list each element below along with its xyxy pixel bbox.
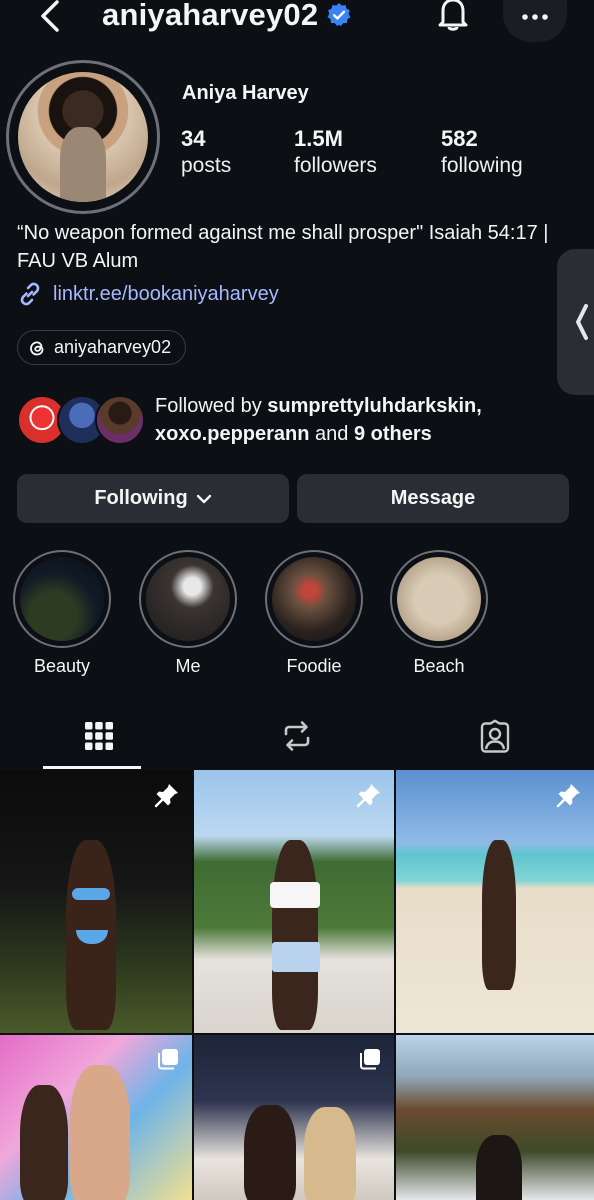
tab-tagged[interactable] (396, 704, 594, 768)
followers-stat[interactable]: 1.5M followers (294, 126, 377, 178)
chevron-left-icon (576, 304, 588, 340)
followers-count: 1.5M (294, 126, 343, 151)
following-label: following (441, 154, 523, 177)
carousel-icon (360, 1049, 380, 1070)
tab-reposts[interactable] (198, 704, 396, 768)
display-name: Aniya Harvey (182, 82, 309, 104)
highlight-beauty[interactable]: Beauty (12, 550, 112, 677)
back-icon (41, 0, 59, 32)
profile-tabs (0, 704, 594, 769)
mutual-avatar (95, 395, 145, 445)
link-text: linktr.ee/bookaniyaharvey (53, 282, 279, 305)
threads-icon (30, 340, 44, 355)
grid-icon (85, 722, 113, 750)
highlight-me[interactable]: Me (138, 550, 238, 677)
post-tile[interactable] (194, 1035, 394, 1200)
highlight-ring (139, 550, 237, 648)
post-subject (482, 840, 516, 990)
followers-label: followers (294, 154, 377, 177)
highlight-cover (20, 557, 104, 641)
more-options-button[interactable] (503, 0, 567, 42)
highlight-ring (390, 550, 488, 648)
top-detail (270, 882, 320, 908)
pin-icon (356, 784, 380, 808)
back-button[interactable] (30, 0, 70, 38)
message-button[interactable]: Message (297, 474, 569, 523)
more-icon (522, 14, 548, 20)
followed-by-text[interactable]: Followed by sumprettyluhdarkskin, xoxo.p… (155, 392, 575, 448)
mutual-others: 9 others (353, 423, 432, 445)
tab-posts-grid[interactable] (0, 704, 198, 768)
carousel-icon (158, 1049, 178, 1070)
avatar-image (18, 72, 148, 202)
mutual-user-2: xoxo.pepperann (155, 423, 310, 445)
message-button-label: Message (390, 487, 476, 509)
pin-icon (556, 784, 580, 808)
post-subject (304, 1107, 356, 1200)
posts-grid (0, 770, 594, 1200)
mutual-followers-avatars[interactable] (17, 395, 147, 445)
following-count: 582 (441, 126, 478, 151)
chevron-down-icon (196, 494, 211, 503)
tagged-icon (480, 719, 510, 753)
following-button[interactable]: Following (17, 474, 289, 523)
followed-by-and: and (315, 423, 349, 445)
pin-icon (154, 784, 178, 808)
username-text: aniyaharvey02 (102, 0, 319, 32)
bikini-detail (72, 888, 110, 900)
threads-badge[interactable]: aniyaharvey02 (17, 330, 187, 365)
highlight-cover (146, 557, 230, 641)
highlight-ring (13, 550, 111, 648)
top-bar: aniyaharvey02 (0, 0, 594, 44)
post-tile[interactable] (194, 770, 394, 1033)
profile-link[interactable]: linktr.ee/bookaniyaharvey (17, 281, 279, 307)
following-button-label: Following (94, 487, 188, 509)
highlight-label: Me (175, 656, 201, 676)
reels-remix-icon (284, 721, 310, 751)
bell-icon (438, 0, 468, 31)
highlight-cover (272, 557, 356, 641)
post-tile[interactable] (396, 770, 594, 1033)
threads-handle: aniyaharvey02 (54, 337, 172, 357)
posts-label: posts (181, 154, 232, 177)
post-subject (244, 1105, 296, 1200)
highlight-foodie[interactable]: Foodie (264, 550, 364, 677)
following-stat[interactable]: 582 following (441, 126, 523, 178)
verified-icon (327, 3, 351, 27)
followed-by-prefix: Followed by (155, 395, 262, 417)
mutual-user-1: sumprettyluhdarkskin, (267, 395, 482, 417)
highlight-label: Beach (413, 656, 465, 676)
highlight-beach[interactable]: Beach (389, 550, 489, 677)
post-tile[interactable] (0, 1035, 192, 1200)
highlight-label: Beauty (33, 656, 91, 676)
posts-stat[interactable]: 34 posts (181, 126, 231, 178)
post-subject (20, 1085, 68, 1200)
notifications-button[interactable] (433, 0, 473, 36)
shorts-detail (272, 942, 320, 972)
highlight-ring (265, 550, 363, 648)
post-subject (272, 840, 318, 1030)
profile-avatar[interactable] (6, 60, 160, 214)
post-tile[interactable] (396, 1035, 594, 1200)
profile-bio: “No weapon formed against me shall prosp… (17, 222, 549, 272)
active-tab-indicator (43, 766, 141, 769)
highlight-cover (397, 557, 481, 641)
posts-count: 34 (181, 126, 206, 151)
edge-panel-handle[interactable] (557, 249, 594, 395)
post-subject (476, 1135, 522, 1200)
highlight-label: Foodie (286, 656, 342, 676)
link-icon (20, 282, 40, 306)
profile-username: aniyaharvey02 (102, 0, 352, 33)
post-subject (70, 1065, 130, 1200)
post-tile[interactable] (0, 770, 192, 1033)
